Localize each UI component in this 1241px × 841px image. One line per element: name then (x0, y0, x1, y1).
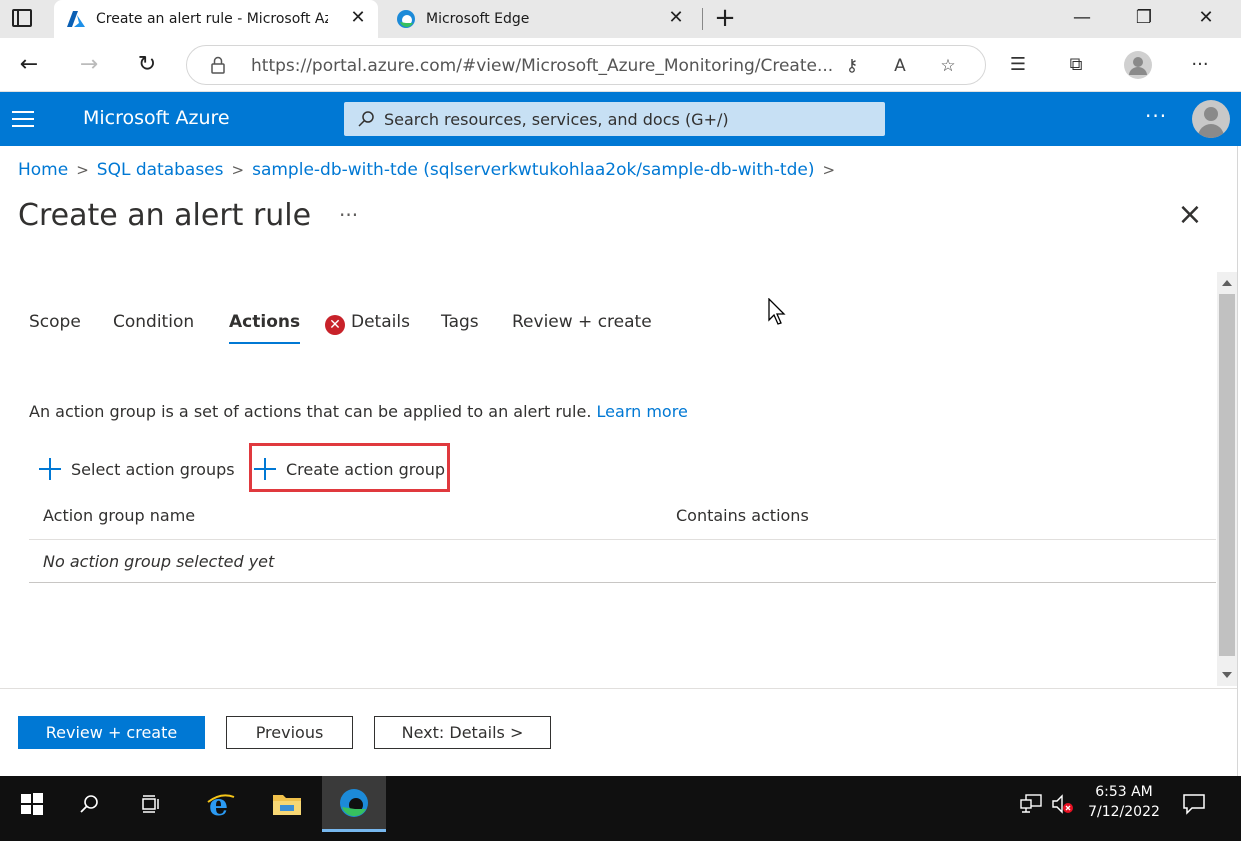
search-placeholder: Search resources, services, and docs (G+… (384, 110, 729, 129)
chevron-right-icon: > (76, 161, 89, 179)
azure-brand[interactable]: Microsoft Azure (83, 107, 230, 129)
svg-text:e: e (209, 788, 228, 820)
taskbar-search-icon[interactable] (58, 776, 122, 832)
back-icon[interactable]: ← (14, 50, 44, 80)
browser-tab-azure[interactable]: Create an alert rule - Microsoft Azure ✕ (54, 0, 378, 38)
learn-more-link[interactable]: Learn more (597, 402, 688, 421)
url-path: /#view/Microsoft_Azure_Monitoring/Create… (456, 56, 834, 76)
file-explorer-icon[interactable] (255, 776, 319, 832)
column-header-action-group-name: Action group name (43, 506, 196, 525)
url-field[interactable]: https://portal.azure.com/#view/Microsoft… (186, 45, 986, 85)
browser-tab-edge[interactable]: Microsoft Edge ✕ (384, 0, 696, 38)
tab-details-label: Details (351, 312, 410, 332)
select-action-groups-button[interactable]: Select action groups (39, 454, 235, 484)
tab-separator (702, 8, 703, 30)
footer-divider (0, 688, 1237, 689)
favorites-icon[interactable]: ☰ (1003, 50, 1033, 80)
breadcrumb-database[interactable]: sample-db-with-tde (sqlserverkwtukohlaa2… (252, 160, 814, 180)
actions-description: An action group is a set of actions that… (29, 402, 688, 421)
browser-tab-title: Microsoft Edge (426, 11, 530, 27)
close-tab-icon[interactable]: ✕ (666, 8, 686, 28)
tab-actions-icon[interactable] (12, 9, 32, 27)
add-favorite-icon[interactable]: ☆ (936, 54, 960, 78)
page-title: Create an alert rule (18, 198, 312, 233)
menu-icon[interactable] (12, 111, 34, 127)
scroll-down-icon[interactable] (1222, 672, 1232, 678)
settings-more-icon[interactable]: ··· (1185, 50, 1215, 80)
lock-icon (211, 56, 225, 74)
new-tab-icon[interactable]: + (710, 4, 740, 34)
plus-icon (39, 458, 61, 480)
close-blade-icon[interactable]: × (1176, 200, 1204, 230)
table-header-divider (29, 539, 1216, 540)
chevron-right-icon: > (231, 161, 245, 179)
empty-table-message: No action group selected yet (43, 552, 275, 571)
chevron-right-icon: > (822, 161, 836, 179)
tab-tags[interactable]: Tags (441, 312, 479, 332)
breadcrumb-sql-databases[interactable]: SQL databases (97, 160, 224, 180)
page-edge-divider (1237, 146, 1238, 776)
forward-icon[interactable]: → (74, 50, 104, 80)
clock-date: 7/12/2022 (1088, 804, 1160, 820)
read-aloud-icon[interactable]: A (888, 54, 912, 78)
review-create-button[interactable]: Review + create (18, 716, 205, 749)
search-icon (356, 109, 376, 129)
tab-actions[interactable]: Actions (229, 312, 301, 344)
tab-details[interactable]: ✕ Details (325, 312, 410, 335)
key-icon[interactable]: ⚷ (840, 54, 864, 78)
volume-muted-icon[interactable] (1046, 776, 1080, 832)
column-header-contains-actions: Contains actions (676, 506, 809, 525)
global-search-input[interactable]: Search resources, services, and docs (G+… (344, 102, 885, 136)
breadcrumb: Home > SQL databases > sample-db-with-tde (s… (18, 160, 843, 180)
highlight-box (249, 443, 450, 492)
windows-taskbar: e 6:53 AM 7/12/2022 (0, 776, 1241, 841)
description-text: An action group is a set of actions that… (29, 402, 592, 421)
tab-scope[interactable]: Scope (29, 312, 81, 332)
tab-condition[interactable]: Condition (113, 312, 194, 332)
tray-clock[interactable]: 6:53 AM 7/12/2022 (1084, 782, 1164, 822)
refresh-icon[interactable]: ↻ (132, 50, 162, 80)
windows-start-icon[interactable] (0, 776, 64, 832)
window-close-icon[interactable]: ✕ (1176, 0, 1236, 38)
browser-tab-strip: Create an alert rule - Microsoft Azure ✕… (0, 0, 1241, 38)
browser-tab-title: Create an alert rule - Microsoft Azure (96, 11, 328, 27)
select-action-groups-label: Select action groups (71, 459, 235, 479)
breadcrumb-home[interactable]: Home (18, 160, 68, 180)
previous-button[interactable]: Previous (226, 716, 353, 749)
next-details-button[interactable]: Next: Details > (374, 716, 551, 749)
task-view-icon[interactable] (120, 776, 184, 832)
azure-header: Microsoft Azure Search resources, servic… (0, 92, 1241, 146)
url-host: https://portal.azure.com (251, 56, 457, 76)
azure-logo-icon (66, 9, 86, 29)
profile-icon[interactable] (1123, 50, 1153, 80)
edge-taskbar-icon[interactable] (322, 776, 386, 832)
table-bottom-divider (29, 582, 1216, 583)
error-icon: ✕ (325, 315, 345, 335)
portal-more-icon[interactable]: ··· (1145, 104, 1167, 128)
scroll-up-icon[interactable] (1222, 280, 1232, 286)
url-text: https://portal.azure.com/#view/Microsoft… (251, 56, 833, 76)
notifications-icon[interactable] (1166, 776, 1222, 832)
clock-time: 6:53 AM (1095, 784, 1153, 800)
internet-explorer-icon[interactable]: e (189, 776, 253, 832)
address-bar: ← → ↻ https://portal.azure.com/#view/Mic… (0, 38, 1241, 92)
tab-review-create[interactable]: Review + create (512, 312, 652, 332)
minimize-icon[interactable]: — (1052, 0, 1112, 38)
scrollbar-thumb[interactable] (1219, 294, 1235, 656)
restore-icon[interactable]: ❐ (1114, 0, 1174, 38)
title-more-icon[interactable]: ··· (339, 203, 358, 227)
collections-icon[interactable]: ⧉ (1061, 50, 1091, 80)
vertical-scrollbar[interactable] (1217, 272, 1237, 686)
edge-logo-icon (396, 9, 416, 29)
mouse-cursor-icon (768, 297, 788, 326)
avatar[interactable] (1192, 100, 1230, 138)
close-tab-icon[interactable]: ✕ (348, 8, 368, 28)
